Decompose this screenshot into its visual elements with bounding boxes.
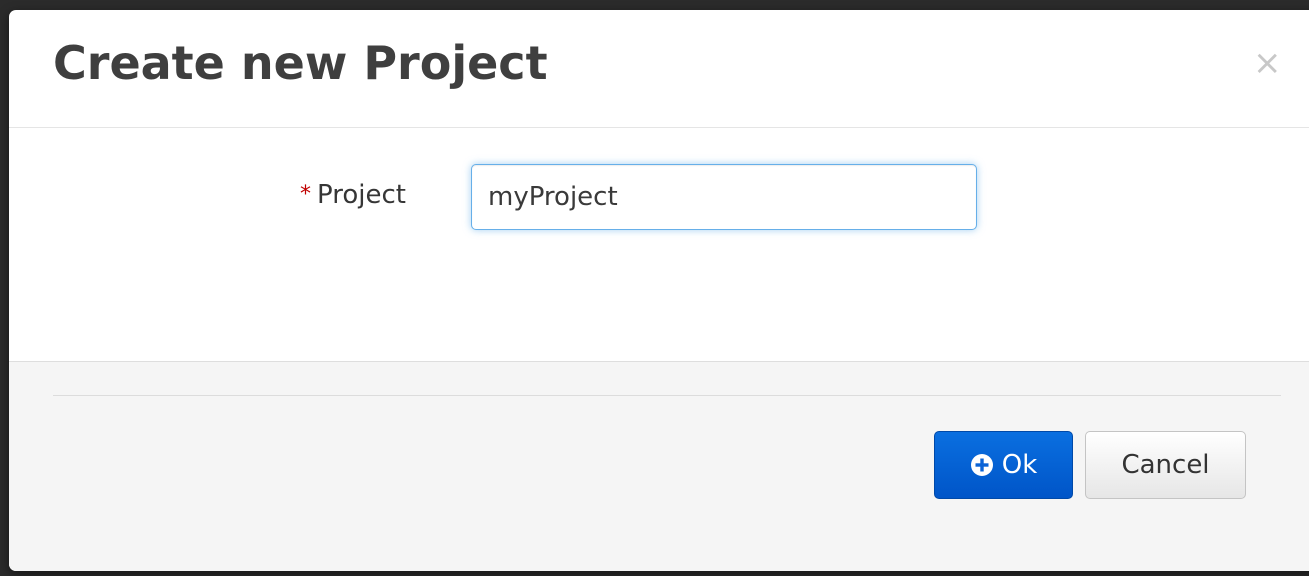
project-label-text: Project: [317, 180, 406, 210]
plus-circle-icon: [970, 454, 993, 476]
create-project-dialog: Create new Project × *Project Ok Cancel: [9, 10, 1309, 571]
project-field-label: * Project: [300, 182, 406, 208]
dialog-title: Create new Project: [53, 36, 548, 90]
ok-button-label: Ok: [1001, 450, 1038, 480]
close-icon[interactable]: ×: [1253, 46, 1282, 80]
cancel-button-label: Cancel: [1121, 450, 1210, 480]
dialog-footer: Ok Cancel: [9, 362, 1309, 571]
footer-divider: [53, 395, 1281, 396]
dialog-header: Create new Project ×: [9, 10, 1309, 128]
project-name-input[interactable]: [471, 164, 977, 230]
cancel-button[interactable]: Cancel: [1085, 431, 1246, 499]
required-marker: *: [300, 182, 311, 207]
ok-button[interactable]: Ok: [934, 431, 1073, 499]
dialog-body: * Project: [9, 128, 1309, 362]
